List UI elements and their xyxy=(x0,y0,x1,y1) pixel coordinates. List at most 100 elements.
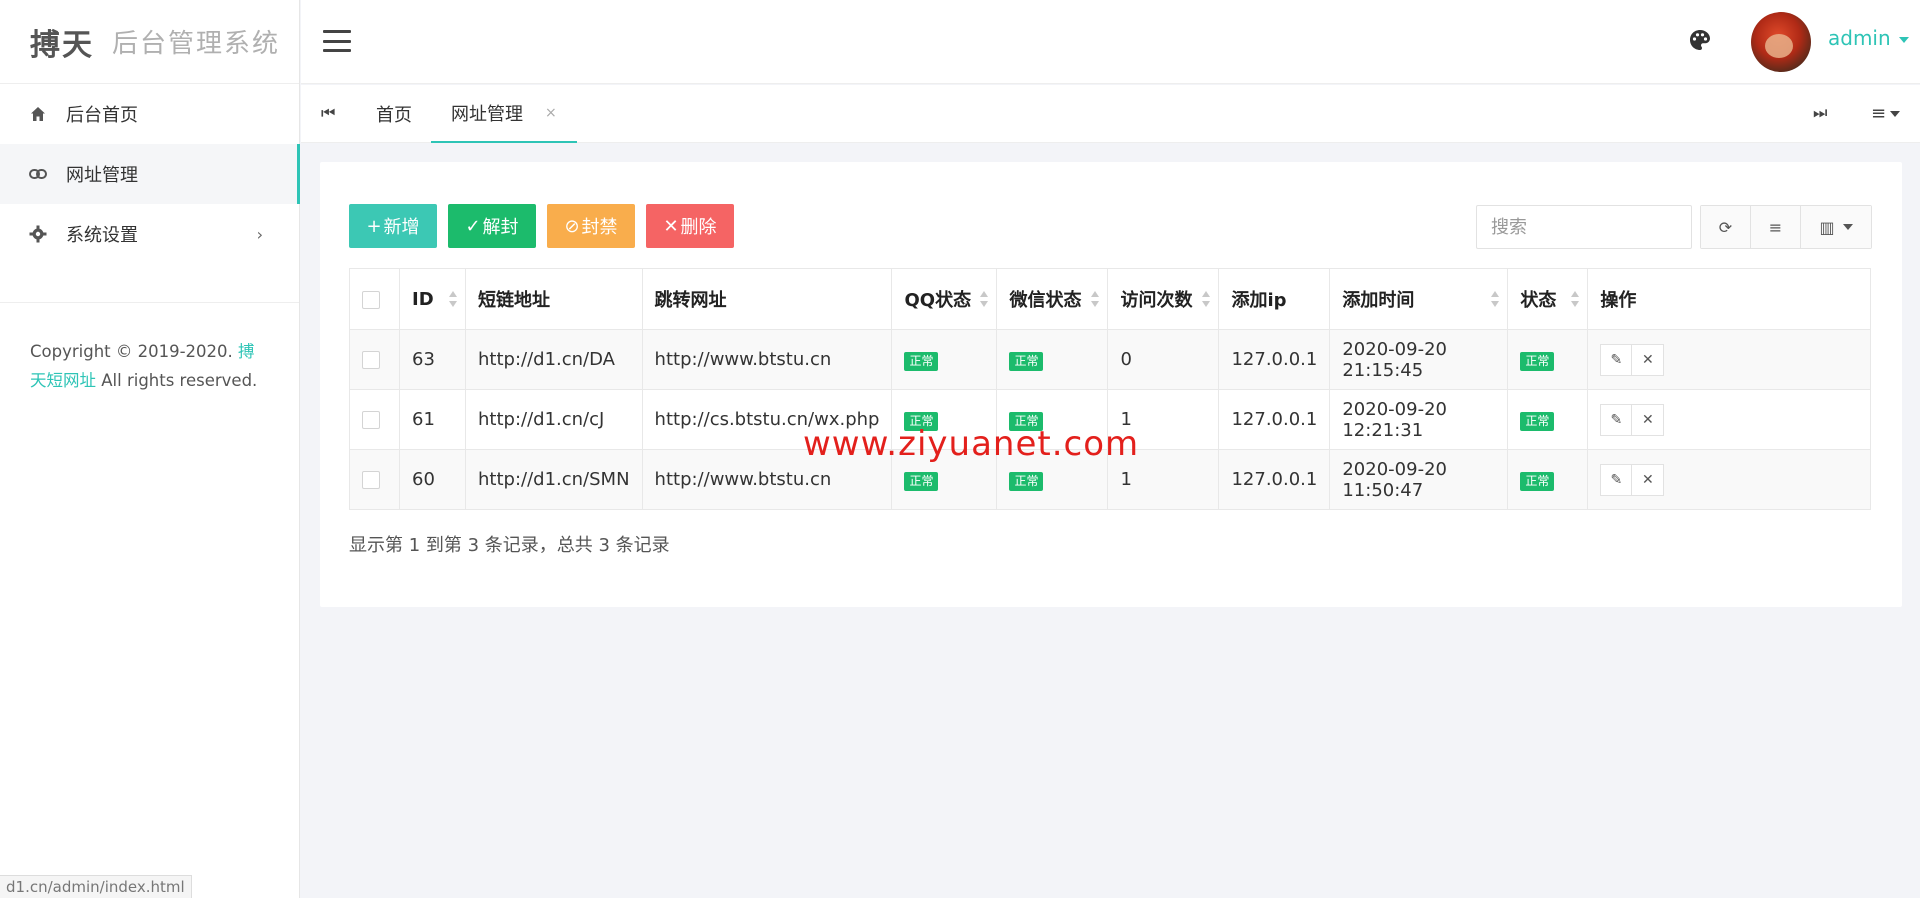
sidebar-menu: 后台首页 网址管理 系统设置 › xyxy=(0,84,300,264)
cell-wechat: 正常 xyxy=(996,329,1109,390)
ban-label: 封禁 xyxy=(581,217,618,238)
delete-button[interactable]: ✕ 删除 xyxy=(646,204,734,248)
url-table: ID 短链地址 跳转网址 QQ状态 微信状态 访问次数 添加ip 添加时间 状态… xyxy=(349,268,1871,510)
delete-row-icon[interactable]: ✕ xyxy=(1632,343,1665,376)
col-visits[interactable]: 访问次数 xyxy=(1107,268,1220,330)
row-checkbox[interactable] xyxy=(362,351,380,369)
sort-icon xyxy=(1571,291,1580,307)
sidebar-item-home[interactable]: 后台首页 xyxy=(0,84,299,144)
close-icon: ✕ xyxy=(663,215,679,237)
cell-id: 61 xyxy=(399,389,466,450)
tabs-bar: ⏮ 首页 网址管理 × ⏭ ≡ xyxy=(301,85,1920,143)
avatar[interactable] xyxy=(1751,12,1811,72)
row-select-cell xyxy=(349,449,400,510)
brand-name: 搏天 xyxy=(30,27,94,63)
status-badge: 正常 xyxy=(1520,471,1555,491)
caret-down-icon xyxy=(1898,36,1909,43)
col-label: 操作 xyxy=(1600,290,1637,311)
unban-button[interactable]: ✓ 解封 xyxy=(448,204,536,248)
plus-icon: + xyxy=(366,215,382,237)
copyright: Copyright © 2019-2020. 搏天短网址 All rights … xyxy=(0,303,299,395)
sort-icon xyxy=(1491,291,1500,307)
palette-icon[interactable] xyxy=(1688,28,1714,54)
row-checkbox[interactable] xyxy=(362,411,380,429)
delete-row-icon[interactable]: ✕ xyxy=(1632,463,1665,496)
col-label: 短链地址 xyxy=(478,290,550,311)
col-wechat[interactable]: 微信状态 xyxy=(996,268,1109,330)
user-menu[interactable]: admin xyxy=(1828,26,1909,50)
status-badge: 正常 xyxy=(1009,471,1044,491)
sort-icon xyxy=(980,291,989,307)
col-qq[interactable]: QQ状态 xyxy=(891,268,998,330)
table-tools: ⟳ ≡ ▥ xyxy=(1700,205,1872,249)
edit-icon[interactable]: ✎ xyxy=(1600,343,1633,376)
col-label: 跳转网址 xyxy=(654,290,727,311)
gear-icon xyxy=(28,224,48,244)
status-badge: 正常 xyxy=(1520,411,1555,431)
unban-label: 解封 xyxy=(482,217,519,238)
toggle-view-icon[interactable]: ≡ xyxy=(1751,206,1801,248)
check-icon: ✓ xyxy=(465,215,481,237)
row-checkbox[interactable] xyxy=(362,471,380,489)
cell-ip: 127.0.0.1 xyxy=(1218,389,1331,450)
col-time[interactable]: 添加时间 xyxy=(1329,268,1509,330)
table-header-row: ID 短链地址 跳转网址 QQ状态 微信状态 访问次数 添加ip 添加时间 状态… xyxy=(349,268,1871,330)
cell-ip: 127.0.0.1 xyxy=(1218,329,1331,390)
cell-time: 2020-09-20 11:50:47 xyxy=(1329,449,1509,510)
tab-options-menu[interactable]: ≡ xyxy=(1871,103,1901,124)
copyright-suffix: All rights reserved. xyxy=(101,371,258,390)
col-target: 跳转网址 xyxy=(641,268,893,330)
tab-home[interactable]: 首页 xyxy=(376,85,412,143)
sidebar-item-url-manage[interactable]: 网址管理 xyxy=(0,144,300,204)
logo[interactable]: 搏天 后台管理系统 xyxy=(0,0,299,84)
col-label: 添加时间 xyxy=(1342,290,1415,311)
sort-icon xyxy=(449,291,457,307)
columns-icon[interactable]: ▥ xyxy=(1801,206,1871,248)
col-label: 微信状态 xyxy=(1009,290,1082,311)
tab-scroll-right-icon[interactable]: ⏭ xyxy=(1813,103,1827,123)
cell-target: http://www.btstu.cn xyxy=(641,329,893,390)
cell-visits: 0 xyxy=(1107,329,1220,390)
copyright-prefix: Copyright © 2019-2020. xyxy=(30,342,233,361)
pagination-summary: 显示第 1 到第 3 条记录，总共 3 条记录 xyxy=(349,535,670,556)
status-badge: 正常 xyxy=(904,351,939,371)
select-all-cell xyxy=(349,268,400,330)
add-button[interactable]: + 新增 xyxy=(349,204,437,248)
col-status[interactable]: 状态 xyxy=(1507,268,1589,330)
cell-short: http://d1.cn/cJ xyxy=(465,389,643,450)
ban-button[interactable]: ⊘ 封禁 xyxy=(547,204,635,248)
row-select-cell xyxy=(349,389,400,450)
row-select-cell xyxy=(349,329,400,390)
menu-toggle-icon[interactable] xyxy=(323,30,351,52)
chevron-right-icon: › xyxy=(256,224,263,244)
cell-status: 正常 xyxy=(1507,389,1589,450)
cell-id: 60 xyxy=(399,449,466,510)
username-label: admin xyxy=(1828,26,1891,50)
status-badge: 正常 xyxy=(904,471,939,491)
col-id[interactable]: ID xyxy=(399,268,466,330)
caret-down-icon xyxy=(1890,111,1901,117)
col-ops: 操作 xyxy=(1587,268,1871,330)
cell-ops: ✎ ✕ xyxy=(1587,389,1871,450)
tab-scroll-left-icon[interactable]: ⏮ xyxy=(321,103,335,123)
delete-row-icon[interactable]: ✕ xyxy=(1632,403,1665,436)
cell-short: http://d1.cn/SMN xyxy=(465,449,643,510)
browser-status-url: d1.cn/admin/index.html xyxy=(0,875,192,898)
sidebar: 搏天 后台管理系统 后台首页 网址管理 系统设置 › Copyright © 2… xyxy=(0,0,300,898)
sidebar-item-settings[interactable]: 系统设置 › xyxy=(0,204,299,264)
refresh-icon[interactable]: ⟳ xyxy=(1701,206,1751,248)
edit-icon[interactable]: ✎ xyxy=(1600,463,1633,496)
cell-status: 正常 xyxy=(1507,449,1589,510)
search-input[interactable] xyxy=(1476,205,1692,249)
delete-label: 删除 xyxy=(680,217,717,238)
select-all-checkbox[interactable] xyxy=(362,290,380,309)
cell-qq: 正常 xyxy=(891,329,998,390)
status-badge: 正常 xyxy=(1520,351,1555,371)
edit-icon[interactable]: ✎ xyxy=(1600,403,1633,436)
cell-short: http://d1.cn/DA xyxy=(465,329,643,390)
close-icon[interactable]: × xyxy=(545,105,557,121)
tab-url-manage[interactable]: 网址管理 × xyxy=(431,85,577,143)
col-label: 添加ip xyxy=(1231,290,1287,311)
table-row: 63 http://d1.cn/DA http://www.btstu.cn 正… xyxy=(349,329,1871,390)
col-short: 短链地址 xyxy=(465,268,643,330)
